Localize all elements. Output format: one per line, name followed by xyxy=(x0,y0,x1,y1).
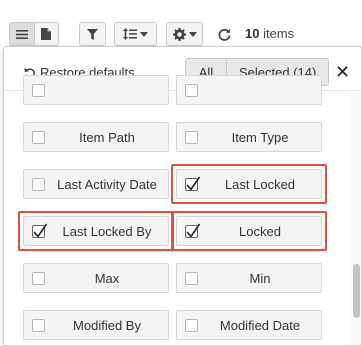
scrollbar-thumb[interactable] xyxy=(353,264,360,318)
scrollbar[interactable] xyxy=(351,92,361,345)
checkbox[interactable] xyxy=(185,131,198,144)
column-option-label: Last Locked xyxy=(224,177,296,192)
checkbox[interactable] xyxy=(32,272,45,285)
column-option[interactable]: Max xyxy=(23,263,169,293)
checkbox[interactable] xyxy=(185,223,201,238)
filter-icon xyxy=(87,28,98,40)
column-option[interactable] xyxy=(176,75,322,105)
items-count-suffix: items xyxy=(259,26,295,41)
checkbox[interactable] xyxy=(32,319,45,332)
column-option[interactable]: Min xyxy=(176,263,322,293)
items-count: 10 items xyxy=(245,26,294,41)
document-view-button[interactable] xyxy=(33,23,59,45)
checkbox[interactable] xyxy=(185,319,198,332)
document-icon xyxy=(41,28,52,40)
column-option[interactable]: Last Locked By xyxy=(23,216,169,246)
column-option[interactable]: Item Type xyxy=(176,122,322,152)
checkbox[interactable] xyxy=(185,176,201,191)
column-option-label: Min xyxy=(249,271,271,286)
column-option-label: Modified By xyxy=(73,318,141,333)
chevron-down-icon xyxy=(188,31,197,37)
column-option-label: Locked xyxy=(239,224,281,239)
refresh-button[interactable] xyxy=(211,22,238,46)
close-icon[interactable]: ✕ xyxy=(335,63,350,81)
sort-icon xyxy=(123,28,137,40)
sort-button[interactable] xyxy=(114,22,157,46)
column-option-label: Last Locked By xyxy=(62,224,152,239)
column-option-label: Last Activity Date xyxy=(57,177,157,192)
column-option-label: Max xyxy=(94,271,120,286)
column-option[interactable]: Modified Date xyxy=(176,310,322,340)
chevron-down-icon xyxy=(140,31,148,37)
list-view-button[interactable] xyxy=(10,23,34,45)
view-toggle xyxy=(9,22,59,46)
column-chooser-panel: Restore defaults All Selected (14) ✕ Ite… xyxy=(3,46,362,346)
refresh-icon xyxy=(218,28,231,41)
column-option[interactable] xyxy=(23,75,169,105)
checkbox[interactable] xyxy=(32,223,48,238)
checkbox[interactable] xyxy=(32,131,45,144)
column-option-label: Modified Date xyxy=(219,318,301,333)
checkbox[interactable] xyxy=(185,272,198,285)
column-option[interactable]: Locked xyxy=(176,216,322,246)
list-icon xyxy=(15,29,28,39)
gear-icon xyxy=(172,27,186,41)
items-count-number: 10 xyxy=(245,26,260,41)
column-option-list: Item Path Item Type Last Activity Date Last… xyxy=(4,75,348,345)
toolbar: 10 items xyxy=(0,0,362,46)
column-option-label: Item Path xyxy=(79,130,135,145)
checkbox[interactable] xyxy=(32,84,45,97)
checkbox[interactable] xyxy=(185,84,198,97)
column-option[interactable]: Modified By xyxy=(23,310,169,340)
column-option[interactable]: Item Path xyxy=(23,122,169,152)
filter-button[interactable] xyxy=(79,22,106,46)
checkbox[interactable] xyxy=(32,178,45,191)
settings-button[interactable] xyxy=(166,22,203,46)
column-option[interactable]: Last Activity Date xyxy=(23,169,169,199)
column-option-label: Item Type xyxy=(231,130,289,145)
column-option[interactable]: Last Locked xyxy=(176,169,322,199)
